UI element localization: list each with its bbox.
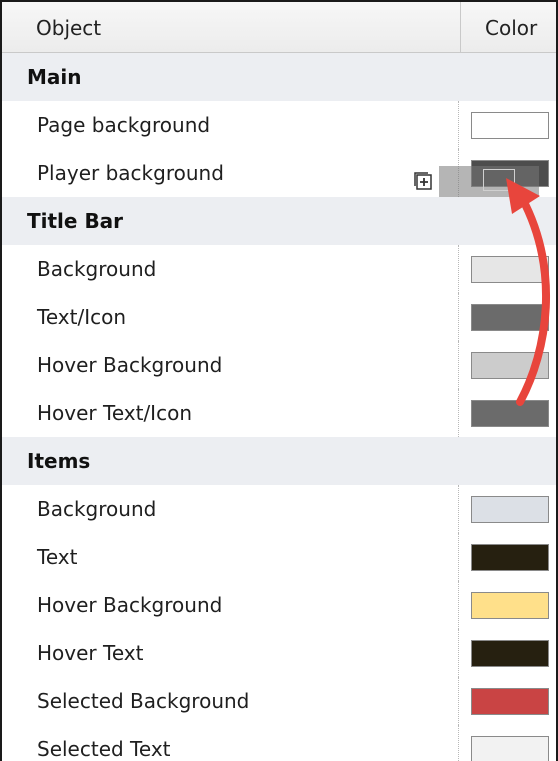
row-label: Text [37,545,78,569]
column-divider [458,677,459,725]
column-divider [458,485,459,533]
row-page-background[interactable]: Page background [2,101,556,149]
drag-ghost-outline [483,169,515,191]
column-divider[interactable] [460,2,461,52]
row-items-text[interactable]: Text [2,533,556,581]
row-items-selected-text[interactable]: Selected Text [2,725,556,761]
column-divider [458,293,459,341]
row-label: Selected Text [37,737,171,761]
color-swatch-items-selected-background[interactable] [471,688,549,715]
color-swatch-items-text[interactable] [471,544,549,571]
column-divider [458,389,459,437]
row-label: Page background [37,113,211,137]
row-label: Text/Icon [37,305,126,329]
row-items-selected-background[interactable]: Selected Background [2,677,556,725]
color-swatch-items-hover-text[interactable] [471,640,549,667]
color-settings-panel: Object Color Main Page background Player… [0,0,558,761]
column-divider [458,629,459,677]
color-swatch-items-background[interactable] [471,496,549,523]
column-header-object[interactable]: Object [36,16,101,40]
column-divider [458,725,459,761]
column-divider [458,581,459,629]
row-items-background[interactable]: Background [2,485,556,533]
column-divider [458,341,459,389]
row-label: Hover Background [37,593,223,617]
row-label: Selected Background [37,689,250,713]
row-label: Hover Text/Icon [37,401,192,425]
row-title-bar-text-icon[interactable]: Text/Icon [2,293,556,341]
column-divider [458,101,459,149]
color-swatch-title-bar-text-icon[interactable] [471,304,549,331]
color-swatch-items-selected-text[interactable] [471,736,549,761]
settings-rows: Main Page background Player background T… [2,53,556,761]
column-divider [458,245,459,293]
row-label: Player background [37,161,224,185]
color-swatch-title-bar-background[interactable] [471,256,549,283]
color-swatch-items-hover-background[interactable] [471,592,549,619]
color-swatch-title-bar-hover-text-icon[interactable] [471,400,549,427]
copy-add-icon [414,172,432,190]
section-items: Items [2,437,556,485]
section-title-bar: Title Bar [2,197,556,245]
section-main: Main [2,53,556,101]
row-items-hover-text[interactable]: Hover Text [2,629,556,677]
row-title-bar-hover-background[interactable]: Hover Background [2,341,556,389]
table-header: Object Color [2,2,556,53]
column-header-color[interactable]: Color [485,16,537,40]
section-title: Title Bar [27,209,124,233]
row-title-bar-background[interactable]: Background [2,245,556,293]
section-title: Main [27,65,82,89]
row-title-bar-hover-text-icon[interactable]: Hover Text/Icon [2,389,556,437]
row-label: Hover Text [37,641,144,665]
row-items-hover-background[interactable]: Hover Background [2,581,556,629]
row-label: Hover Background [37,353,223,377]
color-swatch-page-background[interactable] [471,112,549,139]
row-label: Background [37,257,157,281]
column-divider [458,533,459,581]
drag-ghost-swatch [439,166,539,197]
row-label: Background [37,497,157,521]
section-title: Items [27,449,91,473]
color-swatch-title-bar-hover-background[interactable] [471,352,549,379]
